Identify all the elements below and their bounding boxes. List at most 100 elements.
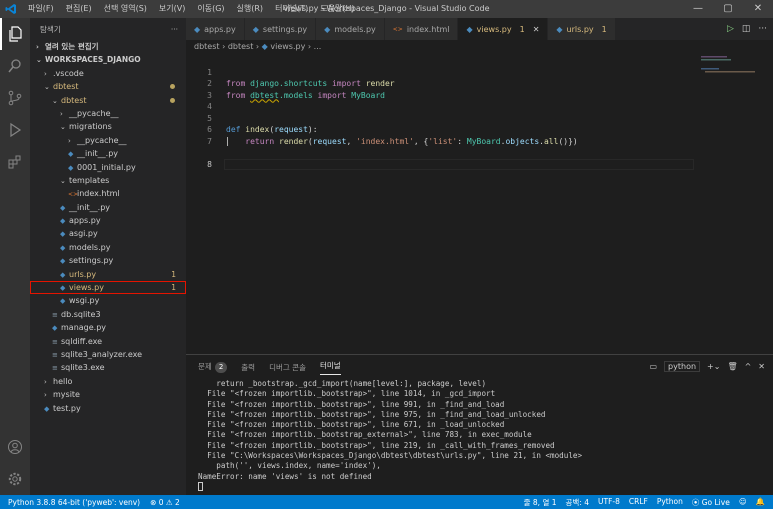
breadcrumb-item[interactable]: dbtest [194,42,220,51]
menu-go[interactable]: 이동(G) [191,0,230,18]
python-file-icon: ◆ [60,203,66,212]
indentation[interactable]: 공백: 4 [566,497,589,508]
more-actions-icon[interactable]: ··· [758,24,767,34]
menu-selection[interactable]: 선택 영역(S) [98,0,153,18]
tree-folder[interactable]: › mysite [30,388,186,401]
tree-file[interactable]: ◆ wsgi.py [30,294,186,307]
minimize-icon[interactable]: — [683,0,713,18]
tree-file[interactable]: ◆ settings.py [30,254,186,267]
sidebar-title: 탐색기 [40,24,61,34]
workspace-section[interactable]: ⌄ WORKSPACES_DJANGO [30,53,186,66]
restore-icon[interactable]: ▢ [713,0,743,18]
terminal-select[interactable]: python [664,361,701,372]
menu-view[interactable]: 보기(V) [153,0,191,18]
language-mode[interactable]: Python [657,497,683,508]
menu-help[interactable]: 도움말(H) [314,0,360,18]
tab-apps-py[interactable]: ◆ apps.py [186,18,245,40]
tree-file[interactable]: ≡ sqlite3.exe [30,361,186,374]
tree-folder[interactable]: › hello [30,375,186,388]
tree-item-label: manage.py [61,323,107,333]
tree-file[interactable]: ◆ 0001_initial.py [30,161,186,174]
code-line: 6 return render(request, 'index.html', {… [186,113,773,146]
split-editor-icon[interactable]: ◫ [742,24,751,34]
tab-models-py[interactable]: ◆ models.py [316,18,385,40]
file-tree: › .vscode ⌄ dbtest ⌄ dbtest › __pycache__ ⌄ migra… [30,67,186,415]
tab-urls-py[interactable]: ◆ urls.py 1 [548,18,616,40]
terminal-line: return _bootstrap._gcd_import(name[level… [198,379,487,388]
end-of-line[interactable]: CRLF [629,497,648,508]
feedback-icon[interactable]: ☺ [739,497,747,508]
tree-file[interactable]: ≡ db.sqlite3 [30,308,186,321]
close-panel-icon[interactable]: ✕ [758,362,765,371]
minimap[interactable] [699,54,759,94]
tree-item-label: models.py [69,242,111,252]
cursor-position[interactable]: 줄 8, 열 1 [524,497,557,508]
tree-file[interactable]: ≡ sqlite3_analyzer.exe [30,348,186,361]
tree-file[interactable]: ◆ __init__.py [30,147,186,160]
close-icon[interactable]: ✕ [743,0,773,18]
tree-file[interactable]: ≡ sqldiff.exe [30,335,186,348]
tree-folder[interactable]: ⌄ dbtest [30,94,186,107]
tree-folder[interactable]: ⌄ dbtest [30,80,186,93]
code-line: 5 def index(request): [186,101,773,135]
chevron-up-icon[interactable]: ^ [745,362,752,371]
encoding[interactable]: UTF-8 [598,497,620,508]
python-file-icon: ◆ [556,24,563,34]
open-editors-section[interactable]: › 열려 있는 편집기 [30,40,186,53]
run-file-icon[interactable]: ▷ [727,24,734,34]
search-icon[interactable] [0,50,30,82]
tab-debug-console[interactable]: 디버그 콘솔 [269,362,306,373]
tab-views-py[interactable]: ◆ views.py 1 ✕ [458,18,549,40]
tree-folder[interactable]: › __pycache__ [30,134,186,147]
tree-file[interactable]: ◆ models.py [30,241,186,254]
menu-edit[interactable]: 편집(E) [60,0,98,18]
breadcrumb: dbtest › dbtest › ◆ views.py › ... [194,42,322,51]
explorer-icon[interactable] [0,18,30,50]
run-debug-icon[interactable] [0,114,30,146]
bell-icon[interactable]: 🔔 [756,497,765,508]
problems-status[interactable]: ⊗ 0 ⚠ 2 [150,498,180,507]
code-editor[interactable]: 1 from django.shortcuts import render 2 … [186,54,773,354]
terminal-line: File "<frozen importlib._bootstrap>", li… [198,399,505,409]
tree-file[interactable]: ◆ __init__.py [30,201,186,214]
trash-icon[interactable]: 🗑 [727,362,737,371]
tab-problems[interactable]: 문제 2 [198,361,228,373]
tree-folder[interactable]: › __pycache__ [30,107,186,120]
editor-tabs: ◆ apps.py ◆ settings.py ◆ models.py <> index.ht… [186,18,773,40]
menu-run[interactable]: 실행(R) [231,0,270,18]
tab-terminal[interactable]: 터미널 [319,360,341,375]
tree-file[interactable]: <>index.html [30,187,186,200]
tree-folder[interactable]: › .vscode [30,67,186,80]
gear-icon[interactable] [0,463,30,495]
tree-folder[interactable]: ⌄ templates [30,174,186,187]
tab-index-html[interactable]: <> index.html [384,18,459,40]
tree-file[interactable]: ◆ views.py 1 [30,281,186,295]
tree-file[interactable]: ◆ asgi.py [30,227,186,240]
chevron-down-icon: ⌄ [60,176,66,185]
python-interpreter[interactable]: Python 3.8.8 64-bit ('pyweb': venv) [8,498,140,507]
tree-folder[interactable]: ⌄ migrations [30,120,186,133]
extensions-icon[interactable] [0,146,30,178]
breadcrumb-item[interactable]: views.py [270,42,305,51]
terminal-output[interactable]: return _bootstrap._gcd_import(name[level… [186,379,773,492]
python-file-icon: ◆ [60,257,66,266]
close-tab-icon[interactable]: ✕ [533,25,540,34]
breadcrumb-item[interactable]: dbtest [228,42,254,51]
more-actions-icon[interactable]: ··· [171,25,178,34]
breadcrumb-item[interactable]: ... [314,42,322,51]
tree-file[interactable]: ◆ urls.py 1 [30,268,186,281]
tab-settings-py[interactable]: ◆ settings.py [244,18,317,40]
account-icon[interactable] [0,431,30,463]
tree-item-label: test.py [53,403,81,413]
tab-output[interactable]: 출력 [241,362,255,373]
tree-file[interactable]: ◆ apps.py [30,214,186,227]
menu-file[interactable]: 파일(F) [22,0,60,18]
new-terminal-icon[interactable]: +⌄ [707,362,720,371]
tree-file[interactable]: ◆ test.py [30,402,186,415]
source-control-icon[interactable] [0,82,30,114]
chevron-down-icon: ⌄ [36,56,42,65]
menu-terminal[interactable]: 터미널(T) [269,0,314,18]
tree-file[interactable]: ◆ manage.py [30,321,186,334]
go-live-button[interactable]: ⦿ Go Live [692,497,730,508]
status-right: 줄 8, 열 1 공백: 4 UTF-8 CRLF Python ⦿ Go Li… [524,497,773,508]
